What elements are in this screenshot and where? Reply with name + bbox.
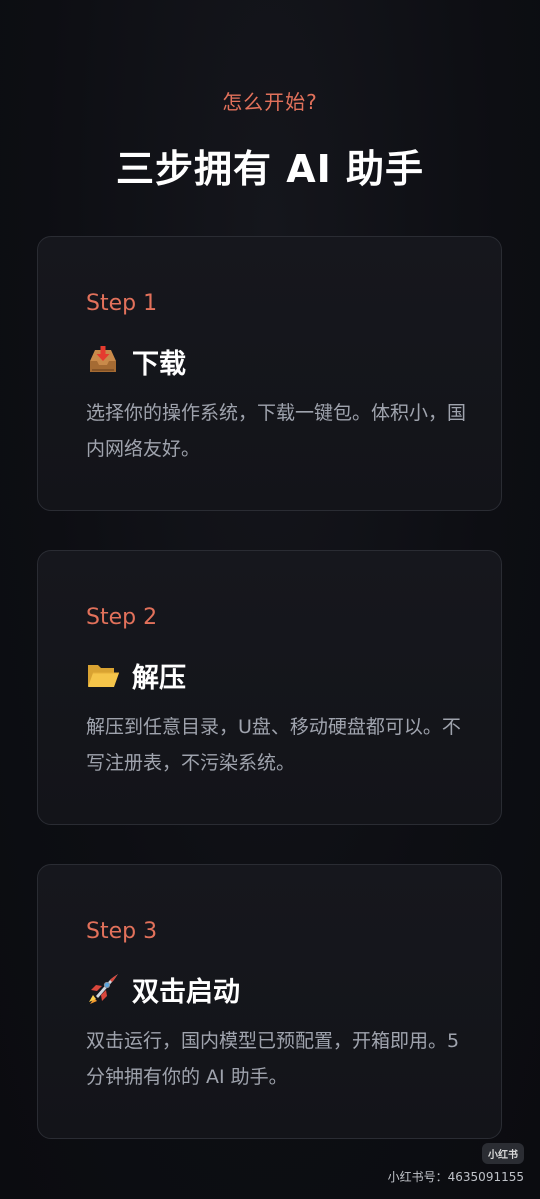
xiaohongshu-logo: 小红书: [482, 1143, 524, 1164]
step-description: 选择你的操作系统，下载一键包。体积小，国内网络友好。: [86, 402, 467, 460]
step-description: 双击运行，国内模型已预配置，开箱即用。5 分钟拥有你的 AI 助手。: [86, 1030, 460, 1088]
user-id-label: 小红书号：4635091155: [387, 1170, 524, 1184]
rocket-icon: [86, 972, 120, 1006]
page-title: 三步拥有 AI 助手: [115, 147, 424, 191]
step-title: 解压: [132, 662, 186, 694]
open-folder-icon: [86, 658, 120, 692]
page-background: 怎么开始? 三步拥有 AI 助手 Step 1 下载 选择你的操作系统，下载一键…: [0, 0, 540, 1199]
step-card-2: Step 2 解压 解压到任意目录，U盘、移动硬盘都可以。不写注册表，不污染系统…: [37, 550, 502, 825]
step-title: 双击启动: [132, 976, 240, 1008]
step-heading: 下载: [86, 341, 186, 381]
step-heading: 双击启动: [86, 969, 240, 1009]
step-number: Step 2: [86, 605, 158, 630]
step-number: Step 1: [86, 291, 158, 316]
step-heading: 解压: [86, 655, 186, 695]
step-card-1: Step 1 下载 选择你的操作系统，下载一键包。体积小，国内网络友好。: [37, 236, 502, 511]
step-description: 解压到任意目录，U盘、移动硬盘都可以。不写注册表，不污染系统。: [86, 716, 461, 774]
step-number: Step 3: [86, 919, 158, 944]
step-card-3: Step 3 双击启动 双击运行，国内模型已预配置，开箱即用。5 分钟拥有你的 …: [37, 864, 502, 1139]
step-title: 下载: [132, 348, 186, 380]
watermark: 小红书 小红书号：4635091155: [388, 1143, 524, 1185]
inbox-tray-icon: [86, 344, 120, 378]
section-kicker: 怎么开始?: [222, 90, 318, 114]
